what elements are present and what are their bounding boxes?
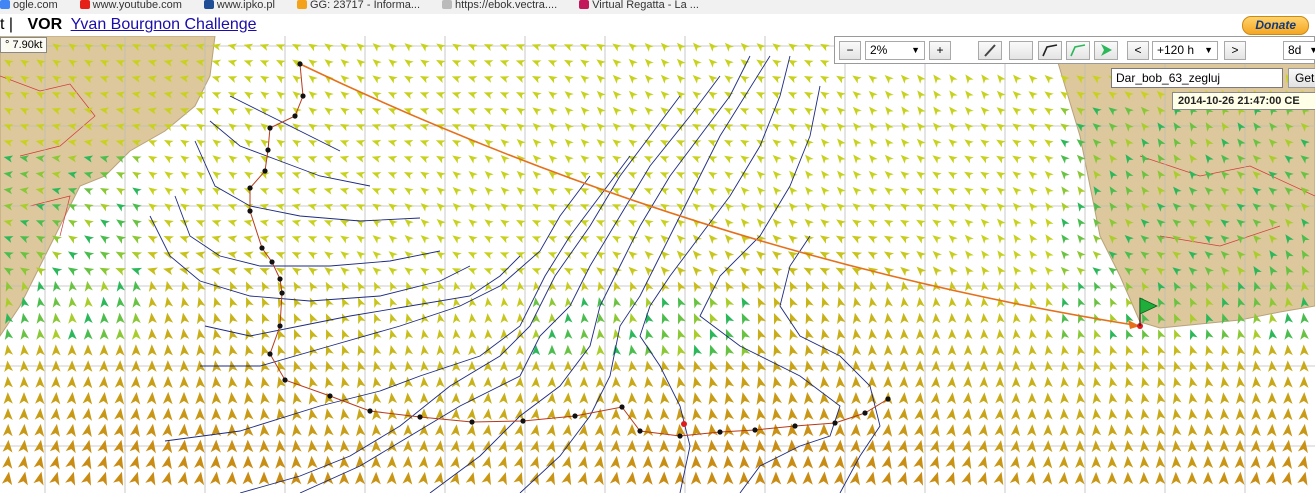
chevron-down-icon: ▼ [1204,45,1213,55]
bookmark-item[interactable]: GG: 23717 - Informa... [296,0,421,11]
bookmark-item[interactable]: www.youtube.com [79,0,182,11]
boat-name-input[interactable] [1111,68,1283,88]
wind-arrow-icon [1101,44,1112,56]
race-label: VOR [27,16,63,33]
bookmark-item[interactable]: ogle.com [0,0,58,11]
wind-map[interactable] [0,36,1315,493]
track-point [297,61,303,67]
track-point [300,93,306,99]
boat-position-marker [681,421,687,427]
gg-icon [296,0,307,9]
bookmark-label: Virtual Regatta - La ... [592,0,699,11]
youtube-icon [79,0,90,9]
track-point [717,429,723,435]
track-point [279,290,285,296]
time-offset-select[interactable]: +120 h ▼ [1152,41,1218,60]
bookmark-label: ogle.com [13,0,58,11]
title-prefix: t | [0,16,14,33]
route-tool-button[interactable] [1038,41,1062,60]
time-offset-value: +120 h [1157,43,1195,57]
track-point [259,245,265,251]
zoom-in-button[interactable]: + [929,41,951,60]
donate-button[interactable]: Donate [1242,16,1309,35]
measure-tool-button[interactable] [978,41,1002,60]
track-point [572,413,578,419]
blank-tool-button[interactable] [1009,41,1033,60]
track-point [417,414,423,420]
get-button[interactable]: Get [1288,68,1315,88]
track-point [262,168,268,174]
zoom-value: 2% [870,43,888,57]
bookmark-label: GG: 23717 - Informa... [309,0,421,11]
track-point [677,433,683,439]
bookmark-item[interactable]: https://ebok.vectra.... [442,0,558,11]
track-point [269,259,275,265]
bookmarks-bar: ogle.com www.youtube.com www.ipko.pl GG: 23… [0,0,1315,14]
track-point [247,208,253,214]
forecast-datetime: 2014-10-26 21:47:00 CE [1172,92,1315,110]
page-icon [442,0,453,9]
track-point [367,408,373,414]
track-point [327,393,333,399]
track-point [862,410,868,416]
track-point [265,147,271,153]
bookmark-item[interactable]: www.ipko.pl [203,0,275,11]
wind-speed-readout: ° 7.90kt [0,37,48,53]
chevron-down-icon: ▼ [911,45,920,55]
track-point [267,351,273,357]
track-point [637,428,643,434]
days-value: 8d [1288,43,1302,57]
track-point [885,396,891,402]
chevron-down-icon: ▼ [1309,45,1315,55]
green-route-icon [1070,44,1086,57]
bookmark-label: www.youtube.com [92,0,182,11]
track-point [277,323,283,329]
time-next-button[interactable]: > [1224,41,1246,60]
track-point [469,419,475,425]
regatta-icon [579,0,590,9]
track-point [520,418,526,424]
days-select[interactable]: 8d ▼ [1283,41,1315,60]
bookmark-item[interactable]: Virtual Regatta - La ... [579,0,699,11]
track-point [277,276,283,282]
bank-icon [203,0,214,9]
map-toolbar: − 2% ▼ + < +120 h ▼ > 8d ▼ [834,36,1315,64]
track-point [792,423,798,429]
track-point [282,377,288,383]
ruler-icon [984,44,996,57]
bookmark-label: https://ebok.vectra.... [455,0,558,11]
zoom-out-button[interactable]: − [839,41,861,60]
track-point [267,125,273,131]
time-prev-button[interactable]: < [1127,41,1149,60]
track-point [619,404,625,410]
route-green-tool-button[interactable] [1066,41,1090,60]
track-point [247,185,253,191]
track-point [752,427,758,433]
bookmark-label: www.ipko.pl [216,0,275,11]
track-point [832,420,838,426]
track-point [292,113,298,119]
title-bar: t | VOR Yvan Bourgnon Challenge Donate [0,14,1315,36]
zoom-select[interactable]: 2% ▼ [865,41,925,60]
route-line-icon [1042,44,1058,57]
google-icon [0,0,10,9]
race-link[interactable]: Yvan Bourgnon Challenge [71,16,257,33]
wind-arrow-tool-button[interactable] [1094,41,1118,60]
